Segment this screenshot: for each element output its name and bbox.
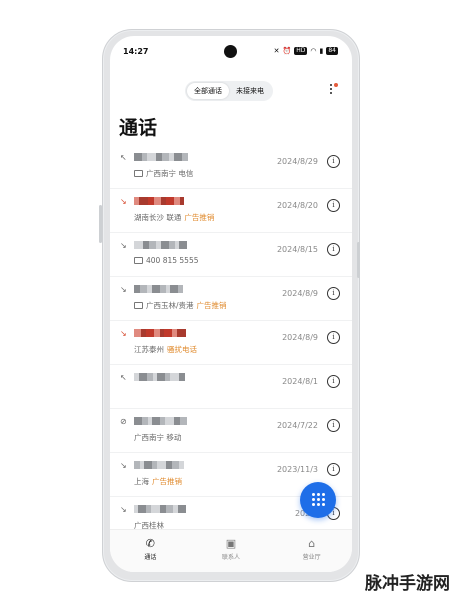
info-icon[interactable]: i [327, 287, 340, 300]
call-log-row[interactable]: ↘ 湖南长沙 联通 广告推销 2024/8/20 i [110, 189, 352, 233]
wifi-icon: ◠ [310, 47, 317, 55]
tab-store-label: 营业厅 [302, 554, 321, 561]
call-date: 2023/11/3 [276, 465, 318, 474]
caller-location: 广西南宁 移动 [134, 433, 182, 442]
call-filter-segment: 全部通话 未接来电 [185, 81, 273, 101]
call-log-row[interactable]: ↘ 400 815 5555 2024/8/15 i [110, 233, 352, 277]
caller-location: 400 815 5555 [146, 256, 199, 265]
tab-calls-label: 通话 [144, 554, 157, 561]
info-icon[interactable]: i [327, 155, 340, 168]
tab-missed-calls[interactable]: 未接来电 [229, 83, 271, 99]
info-icon[interactable]: i [327, 243, 340, 256]
alarm-icon: ⏰ [282, 47, 292, 55]
more-menu-button[interactable] [326, 82, 338, 100]
phone-screen: 14:27 ✕ ⏰ HD ◠ ▮ 84 全部通话 未接来电 通话 ↖ 广西南宁 电… [110, 36, 352, 572]
call-date: 2024/8/9 [282, 289, 318, 298]
call-subtitle: 江苏泰州 骚扰电话 [134, 344, 197, 355]
more-vertical-icon [330, 84, 332, 86]
tab-store[interactable]: ⌂ 营业厅 [271, 530, 352, 572]
call-log-row[interactable]: ↖ 广西南宁 电信 2024/8/29 i [110, 145, 352, 189]
notification-dot [334, 83, 338, 87]
call-date: 2024/8/1 [282, 377, 318, 386]
status-icons: ✕ ⏰ HD ◠ ▮ 84 [274, 47, 338, 55]
caller-number-redacted [134, 241, 187, 249]
call-date: 2024/8/15 [276, 245, 318, 254]
phone-icon: ✆ [145, 537, 155, 550]
sim-card-icon [134, 170, 143, 177]
call-subtitle: 上海 广告推销 [134, 476, 182, 487]
tab-all-calls[interactable]: 全部通话 [187, 83, 229, 99]
info-icon[interactable]: i [327, 331, 340, 344]
sim-card-icon [134, 302, 143, 309]
volume-button [99, 205, 102, 243]
outgoing-call-icon: ↖ [120, 153, 127, 162]
spam-tag: 广告推销 [152, 477, 182, 486]
call-date: 2024/8/29 [276, 157, 318, 166]
caller-number-redacted [134, 417, 187, 425]
sim-card-icon [134, 257, 143, 264]
blocked-call-icon: ⊘ [120, 417, 127, 426]
dialpad-button[interactable] [300, 482, 336, 518]
tab-contacts-label: 联系人 [222, 554, 241, 561]
caller-location: 江苏泰州 [134, 345, 164, 354]
call-date: 2024/8/20 [276, 201, 318, 210]
info-icon[interactable]: i [327, 199, 340, 212]
incoming-call-icon: ↘ [120, 505, 127, 514]
bottom-tab-bar: ✆ 通话 ▣ 联系人 ⌂ 营业厅 [110, 529, 352, 572]
call-log-row[interactable]: ↘ 江苏泰州 骚扰电话 2024/8/9 i [110, 321, 352, 365]
info-icon[interactable]: i [327, 463, 340, 476]
caller-number-redacted [134, 329, 186, 337]
watermark: 脉冲手游网 [365, 574, 450, 594]
store-icon: ⌂ [308, 537, 316, 550]
tab-contacts[interactable]: ▣ 联系人 [191, 530, 272, 572]
caller-number-redacted [134, 197, 184, 205]
call-subtitle: 湖南长沙 联通 广告推销 [134, 212, 214, 223]
incoming-call-icon: ↘ [120, 285, 127, 294]
caller-location: 广西玉林/贵港 [146, 301, 194, 310]
signal-icon: ▮ [319, 47, 324, 55]
caller-number-redacted [134, 461, 184, 469]
mute-icon: ✕ [273, 47, 280, 55]
incoming-call-icon: ↘ [120, 241, 127, 250]
incoming-call-icon: ↘ [120, 197, 127, 206]
caller-number-redacted [134, 505, 186, 513]
call-date: 2024/7/22 [276, 421, 318, 430]
caller-location: 上海 [134, 477, 149, 486]
spam-tag: 广告推销 [184, 213, 215, 222]
call-log-row[interactable]: ↘ 广西玉林/贵港 广告推销 2024/8/9 i [110, 277, 352, 321]
caller-location: 广西南宁 电信 [146, 169, 194, 178]
outgoing-call-icon: ↖ [120, 373, 127, 382]
front-camera [224, 45, 237, 58]
spam-tag: 广告推销 [196, 301, 227, 310]
caller-number-redacted [134, 153, 188, 161]
caller-number-redacted [134, 285, 183, 293]
call-subtitle: 广西玉林/贵港 广告推销 [134, 300, 227, 311]
call-subtitle: 400 815 5555 [134, 256, 202, 265]
call-log-row[interactable]: ↖ 2024/8/1 i [110, 365, 352, 409]
contacts-icon: ▣ [225, 537, 237, 550]
incoming-call-icon: ↘ [120, 461, 127, 470]
info-icon[interactable]: i [327, 375, 340, 388]
page-title: 通话 [119, 117, 158, 139]
call-subtitle: 广西南宁 电信 [134, 168, 196, 179]
tab-calls[interactable]: ✆ 通话 [110, 530, 191, 572]
call-log-row[interactable]: ⊘ 广西南宁 移动 2024/7/22 i [110, 409, 352, 453]
call-subtitle: 广西南宁 移动 [134, 432, 184, 443]
caller-location: 湖南长沙 联通 [134, 213, 182, 222]
power-button [357, 242, 360, 278]
info-icon[interactable]: i [327, 419, 340, 432]
status-bar: 14:27 ✕ ⏰ HD ◠ ▮ 84 [110, 36, 352, 70]
status-time: 14:27 [123, 47, 149, 56]
incoming-call-icon: ↘ [120, 329, 127, 338]
call-date: 2024/8/9 [282, 333, 318, 342]
hd-icon: HD [294, 47, 308, 55]
caller-number-redacted [134, 373, 185, 381]
battery-icon: 84 [326, 47, 338, 55]
spam-tag: 骚扰电话 [167, 345, 197, 354]
